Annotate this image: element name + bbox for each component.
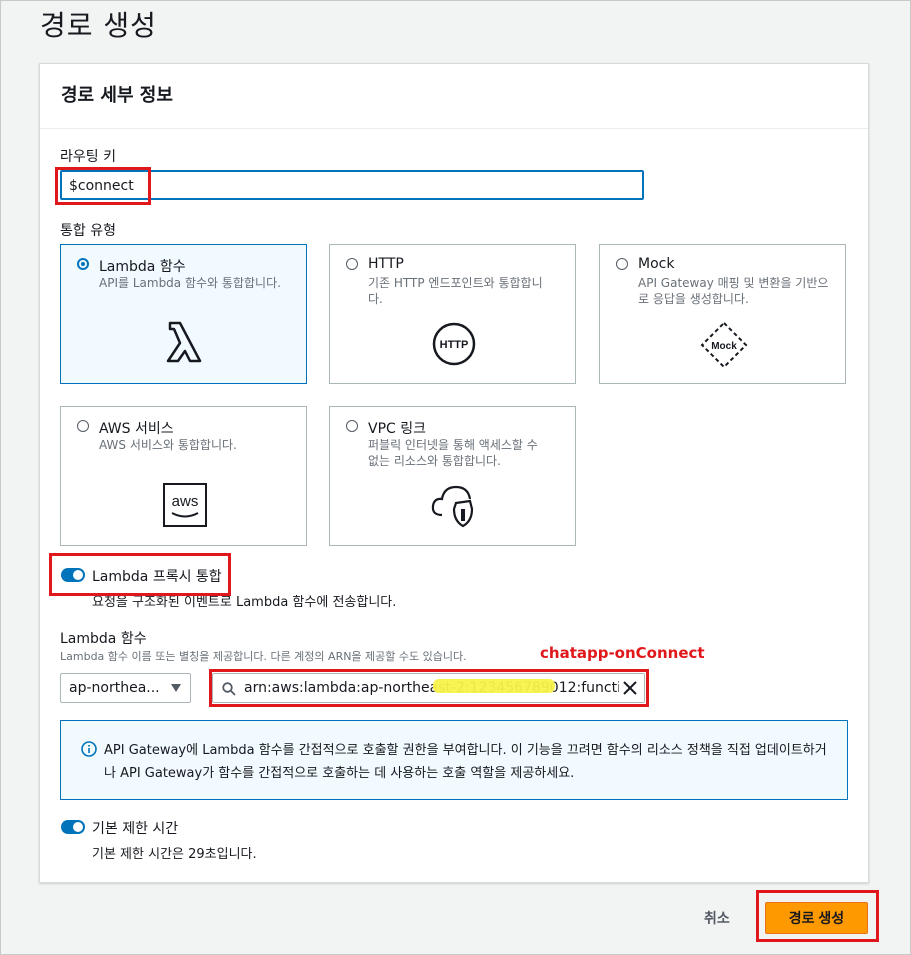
integration-card-http[interactable]: HTTP 기존 HTTP 엔드포인트와 통합합니 다. HTTP <box>329 244 576 384</box>
radio-aws[interactable] <box>77 420 89 432</box>
card-title: Lambda 함수 <box>99 259 186 275</box>
mock-icon-text: Mock <box>711 341 737 352</box>
cancel-button[interactable]: 취소 <box>704 908 730 928</box>
lambda-arn-input[interactable]: arn:aws:lambda:ap-northeast-2:1234567890… <box>212 673 645 703</box>
lambda-proxy-toggle[interactable] <box>61 568 85 582</box>
clear-icon[interactable] <box>623 681 637 695</box>
http-icon: HTTP <box>432 322 476 366</box>
mock-icon: Mock <box>700 321 748 369</box>
default-timeout-label: 기본 제한 시간 <box>92 821 179 837</box>
create-route-button[interactable]: 경로 생성 <box>765 902 868 934</box>
aws-icon: aws <box>163 483 207 527</box>
card-title: Mock <box>638 256 675 272</box>
permission-info-box: API Gateway에 Lambda 함수를 간접적으로 호출할 권한을 부여… <box>60 720 848 800</box>
lambda-function-desc: Lambda 함수 이름 또는 별칭을 제공합니다. 다른 계정의 ARN을 제… <box>60 650 467 663</box>
lambda-proxy-label: Lambda 프록시 통합 <box>92 569 222 585</box>
http-icon-text: HTTP <box>440 339 469 351</box>
panel-header: 경로 세부 정보 <box>40 64 868 129</box>
integration-card-aws[interactable]: AWS 서비스 AWS 서비스와 통합합니다. aws <box>60 406 307 546</box>
integration-card-lambda[interactable]: Lambda 함수 API를 Lambda 함수와 통합합니다. <box>60 244 307 384</box>
info-text: API Gateway에 Lambda 함수를 간접적으로 호출할 권한을 부여… <box>104 743 827 781</box>
card-title: HTTP <box>368 256 404 272</box>
card-desc: 기존 HTTP 엔드포인트와 통합합니 다. <box>368 276 543 306</box>
default-timeout-desc: 기본 제한 시간은 29초입니다. <box>92 847 257 862</box>
aws-icon-text: aws <box>172 493 199 510</box>
page-title: 경로 생성 <box>40 9 157 42</box>
card-desc: AWS 서비스와 통합합니다. <box>99 438 237 452</box>
card-title: VPC 링크 <box>368 421 427 437</box>
routing-key-label: 라우팅 키 <box>60 149 116 165</box>
panel-title: 경로 세부 정보 <box>61 85 173 106</box>
search-icon <box>222 682 236 696</box>
integration-card-vpc[interactable]: VPC 링크 퍼블릭 인터넷을 통해 액세스할 수 없는 리소스와 통합합니다. <box>329 406 576 546</box>
vpc-shield-icon <box>431 485 474 528</box>
caret-down-icon <box>171 684 181 692</box>
info-icon <box>81 741 97 757</box>
radio-vpc[interactable] <box>346 420 358 432</box>
card-title: AWS 서비스 <box>99 421 174 437</box>
routing-key-input[interactable]: $connect <box>60 170 644 200</box>
radio-mock[interactable] <box>616 258 628 270</box>
lambda-proxy-desc: 요청을 구조화된 이벤트로 Lambda 함수에 전송합니다. <box>92 595 397 610</box>
radio-lambda[interactable] <box>77 258 89 270</box>
region-select[interactable]: ap-northea... <box>60 673 191 703</box>
lambda-icon <box>166 321 202 363</box>
radio-http[interactable] <box>346 258 358 270</box>
integration-card-mock[interactable]: Mock API Gateway 매핑 및 변환을 기반으 로 응답을 생성합니… <box>599 244 846 384</box>
card-desc: 퍼블릭 인터넷을 통해 액세스할 수 없는 리소스와 통합합니다. <box>368 438 538 468</box>
lambda-arn-value: arn:aws:lambda:ap-northeast-2:1234567890… <box>244 680 619 696</box>
default-timeout-toggle[interactable] <box>61 820 85 834</box>
lambda-function-label: Lambda 함수 <box>60 631 147 647</box>
redaction-highlight <box>433 679 555 693</box>
card-desc: API Gateway 매핑 및 변환을 기반으 로 응답을 생성합니다. <box>638 276 829 306</box>
integration-type-label: 통합 유형 <box>60 223 116 239</box>
card-desc: API를 Lambda 함수와 통합합니다. <box>99 276 281 290</box>
region-select-value: ap-northea... <box>69 680 160 696</box>
annotation-function-name: chatapp-onConnect <box>540 644 705 662</box>
